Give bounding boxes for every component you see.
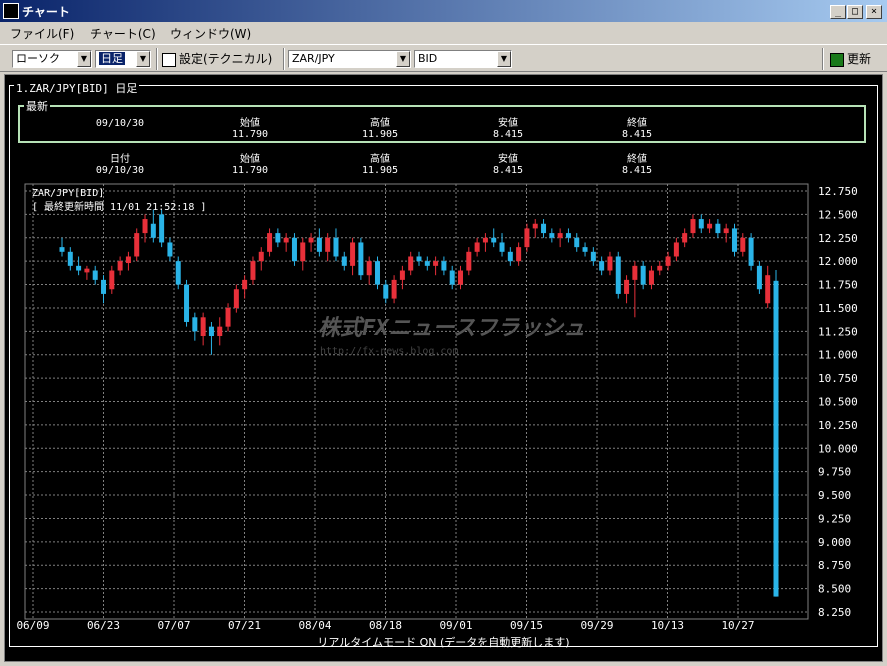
latest-date: 09/10/30 — [90, 118, 150, 129]
chart-type-value: ローソク — [16, 52, 60, 65]
cursor-open-label: 始値 — [240, 154, 260, 165]
cursor-date: 日付 09/10/30 — [90, 154, 150, 176]
chart-type-select[interactable]: ローソク ▼ — [12, 50, 92, 68]
settings-icon — [162, 52, 176, 67]
latest-high-value: 11.905 — [361, 129, 399, 140]
latest-low-value: 8.415 — [492, 129, 524, 140]
latest-open: 始値 11.790 — [220, 118, 280, 140]
cursor-date-value: 09/10/30 — [95, 165, 145, 176]
cursor-low-label: 安値 — [498, 154, 518, 165]
cursor-high-label: 高値 — [370, 154, 390, 165]
cursor-open-value: 11.790 — [231, 165, 269, 176]
cursor-close: 終値 8.415 — [607, 154, 667, 176]
toolbar-separator — [283, 48, 285, 70]
maximize-button[interactable]: □ — [847, 5, 863, 19]
cursor-low-value: 8.415 — [492, 165, 524, 176]
minimize-button[interactable]: _ — [830, 5, 846, 19]
menu-window[interactable]: ウィンドウ(W) — [170, 25, 251, 42]
cursor-close-label: 終値 — [627, 154, 647, 165]
menu-chart[interactable]: チャート(C) — [90, 25, 156, 42]
cursor-open: 始値 11.790 — [220, 154, 280, 176]
price-type-select[interactable]: BID ▼ — [414, 50, 512, 68]
chevron-down-icon[interactable]: ▼ — [136, 51, 150, 67]
cursor-high: 高値 11.905 — [350, 154, 410, 176]
settings-button[interactable]: 設定(テクニカル) — [162, 48, 272, 70]
refresh-button[interactable]: 更新 — [830, 48, 871, 70]
chart-header: 1.ZAR/JPY[BID] 日足 — [14, 80, 140, 96]
latest-open-label: 始値 — [240, 118, 260, 129]
settings-label: 設定(テクニカル) — [179, 52, 273, 66]
menu-file[interactable]: ファイル(F) — [10, 25, 74, 42]
latest-high-label: 高値 — [370, 118, 390, 129]
latest-low: 安値 8.415 — [478, 118, 538, 140]
menu-bar: ファイル(F) チャート(C) ウィンドウ(W) — [0, 22, 887, 42]
cursor-low: 安値 8.415 — [478, 154, 538, 176]
refresh-icon — [830, 52, 844, 67]
refresh-label: 更新 — [847, 52, 872, 66]
chevron-down-icon[interactable]: ▼ — [77, 51, 91, 67]
latest-close-value: 8.415 — [621, 129, 653, 140]
period-value: 日足 — [99, 52, 125, 65]
title-bar: チャート _ □ × — [0, 0, 887, 22]
cursor-high-value: 11.905 — [361, 165, 399, 176]
latest-low-label: 安値 — [498, 118, 518, 129]
close-button[interactable]: × — [866, 5, 882, 19]
latest-date-value: 09/10/30 — [95, 118, 145, 129]
latest-label: 最新 — [24, 98, 50, 114]
toolbar-separator — [822, 48, 824, 70]
latest-close: 終値 8.415 — [607, 118, 667, 140]
latest-close-label: 終値 — [627, 118, 647, 129]
latest-high: 高値 11.905 — [350, 118, 410, 140]
chart-app-icon — [3, 3, 19, 19]
status-bar: リアルタイムモード ON (データを自動更新します) — [317, 636, 570, 649]
period-select[interactable]: 日足 ▼ — [95, 50, 151, 68]
toolbar-separator — [156, 48, 158, 70]
pair-select[interactable]: ZAR/JPY ▼ — [288, 50, 411, 68]
latest-open-value: 11.790 — [231, 129, 269, 140]
toolbar: ローソク ▼ 日足 ▼ 設定(テクニカル) ZAR/JPY ▼ BID ▼ 更新 — [0, 44, 887, 72]
cursor-date-label: 日付 — [110, 154, 130, 165]
pair-value: ZAR/JPY — [292, 52, 335, 65]
window-title: チャート — [22, 5, 70, 19]
price-type-value: BID — [418, 52, 438, 65]
chevron-down-icon[interactable]: ▼ — [396, 51, 410, 67]
cursor-close-value: 8.415 — [621, 165, 653, 176]
chevron-down-icon[interactable]: ▼ — [497, 51, 511, 67]
